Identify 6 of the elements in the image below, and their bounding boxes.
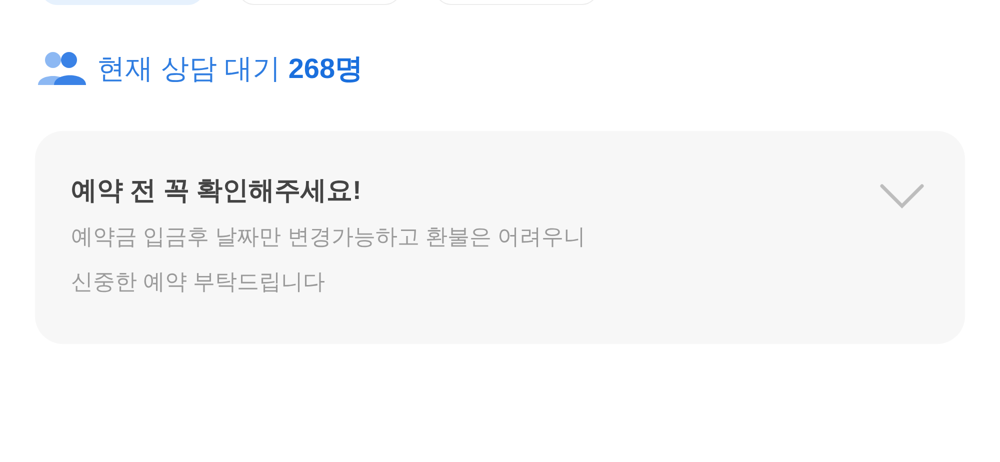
people-icon bbox=[37, 51, 87, 87]
chevron-icon[interactable] bbox=[879, 183, 925, 211]
notice-card[interactable]: 예약 전 꼭 확인해주세요! 예약금 입금후 날짜만 변경가능하고 환불은 어려우니 신중한 예약 부탁드립니다 bbox=[35, 131, 965, 344]
waiting-count-text: 현재 상담 대기 268명 bbox=[97, 52, 364, 86]
notice-title: 예약 전 꼭 확인해주세요! bbox=[71, 174, 362, 207]
notice-text: 예약금 입금후 날짜만 변경가능하고 환불은 어려우니 신중한 예약 부탁드립니다 bbox=[71, 223, 586, 296]
